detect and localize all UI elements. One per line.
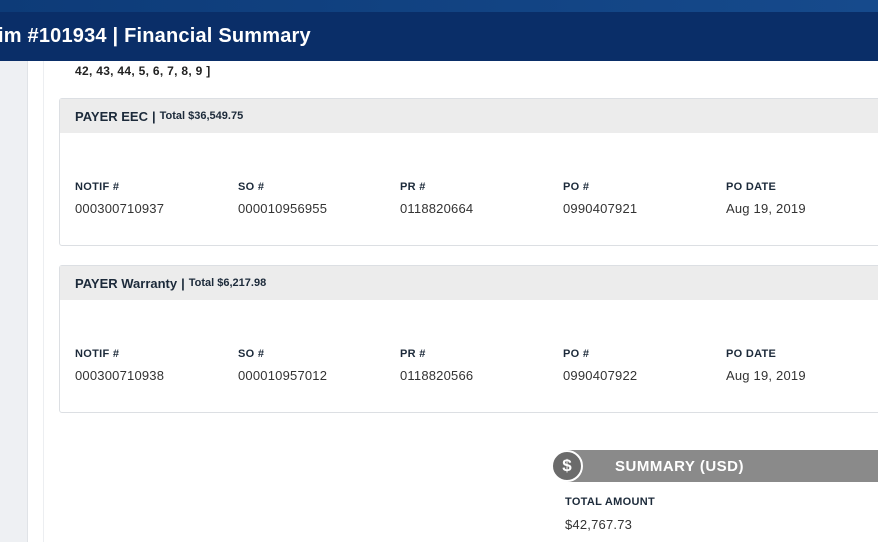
total-amount-label: TOTAL AMOUNT bbox=[565, 496, 655, 508]
field-po-date: PO DATE Aug 19, 2019 bbox=[726, 348, 806, 383]
field-value: 0118820664 bbox=[400, 201, 474, 216]
total-amount-value: $42,767.73 bbox=[565, 517, 633, 532]
field-label: PO DATE bbox=[726, 348, 777, 360]
title-bar: im #101934 | Financial Summary bbox=[0, 12, 878, 61]
payer-name: PAYER Warranty bbox=[75, 275, 178, 291]
content-divider bbox=[43, 61, 44, 542]
field-label: SO # bbox=[238, 181, 265, 193]
summary-header: $ SUMMARY (USD) bbox=[551, 450, 878, 482]
payer-card-body: NOTIF # 000300710938 SO # 000010957012 P… bbox=[60, 300, 878, 412]
field-value: 0990407921 bbox=[563, 201, 638, 216]
field-label: SO # bbox=[238, 348, 265, 360]
top-strip bbox=[0, 0, 878, 12]
field-notif: NOTIF # 000300710938 bbox=[75, 348, 164, 383]
payer-card-body: NOTIF # 000300710937 SO # 000010956955 P… bbox=[60, 133, 878, 245]
field-po: PO # 0990407922 bbox=[563, 348, 637, 383]
field-value: Aug 19, 2019 bbox=[726, 368, 806, 383]
payer-total: Total $36,549.75 bbox=[159, 110, 244, 122]
field-value: 000300710937 bbox=[75, 201, 165, 216]
payer-card-header: PAYER EEC | Total $36,549.75 bbox=[60, 99, 878, 133]
left-rail bbox=[0, 61, 28, 542]
field-value: 000300710938 bbox=[75, 368, 165, 383]
field-so: SO # 000010957012 bbox=[238, 348, 327, 383]
payer-card-warranty: PAYER Warranty | Total $6,217.98 NOTIF #… bbox=[59, 265, 878, 413]
field-label: PO DATE bbox=[726, 181, 777, 193]
payer-card-eec: PAYER EEC | Total $36,549.75 NOTIF # 000… bbox=[59, 98, 878, 246]
dollar-icon: $ bbox=[551, 450, 583, 482]
separator: | bbox=[151, 108, 156, 124]
field-pr: PR # 0118820664 bbox=[400, 181, 473, 216]
field-label: PR # bbox=[400, 181, 426, 193]
field-label: PO # bbox=[563, 181, 590, 193]
field-value: 0990407922 bbox=[563, 368, 638, 383]
claim-list-line: 42, 43, 44, 5, 6, 7, 8, 9 ] bbox=[75, 64, 211, 78]
separator: | bbox=[181, 275, 185, 291]
field-value: Aug 19, 2019 bbox=[726, 201, 806, 216]
field-label: NOTIF # bbox=[75, 348, 120, 360]
payer-card-header: PAYER Warranty | Total $6,217.98 bbox=[60, 266, 878, 300]
field-so: SO # 000010956955 bbox=[238, 181, 327, 216]
field-po-date: PO DATE Aug 19, 2019 bbox=[726, 181, 806, 216]
field-value: 000010957012 bbox=[238, 368, 328, 383]
field-label: PO # bbox=[563, 348, 590, 360]
page-title: im #101934 | Financial Summary bbox=[0, 25, 311, 47]
field-value: 000010956955 bbox=[238, 201, 328, 216]
field-value: 0118820566 bbox=[400, 368, 474, 383]
summary-title: SUMMARY (USD) bbox=[615, 457, 744, 475]
field-po: PO # 0990407921 bbox=[563, 181, 637, 216]
field-label: NOTIF # bbox=[75, 181, 120, 193]
field-notif: NOTIF # 000300710937 bbox=[75, 181, 164, 216]
payer-total: Total $6,217.98 bbox=[188, 277, 267, 289]
field-pr: PR # 0118820566 bbox=[400, 348, 473, 383]
field-label: PR # bbox=[400, 348, 426, 360]
payer-name: PAYER EEC bbox=[75, 108, 148, 124]
